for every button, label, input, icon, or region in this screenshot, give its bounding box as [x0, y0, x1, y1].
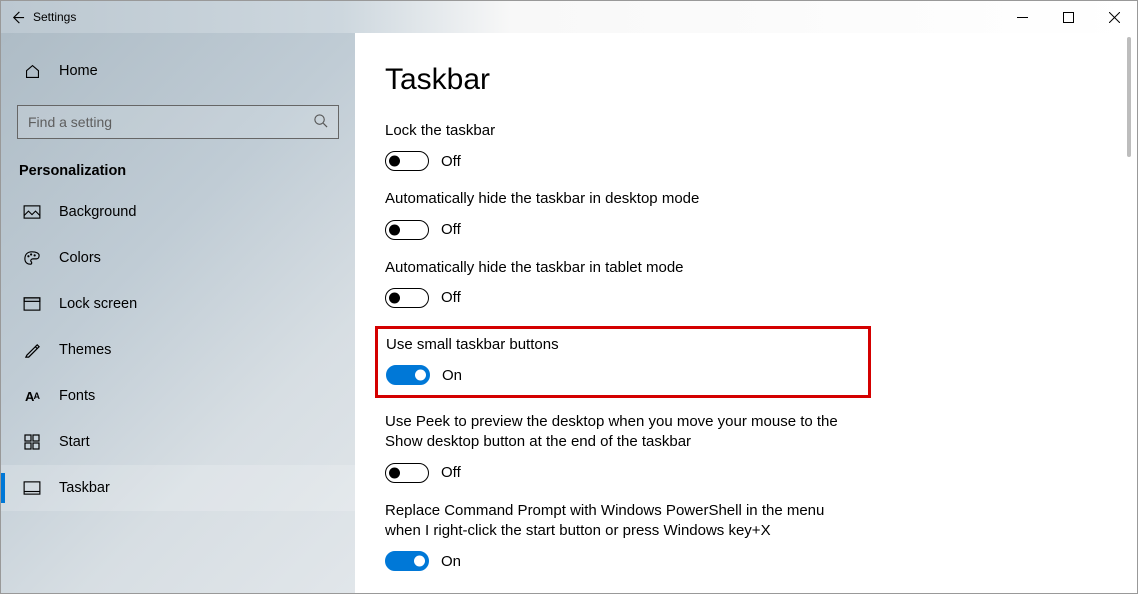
setting-peek: Use Peek to preview the desktop when you… — [385, 412, 1055, 483]
toggle-state: On — [442, 367, 462, 384]
setting-label: Use small taskbar buttons — [386, 335, 856, 355]
arrow-left-icon — [10, 10, 25, 25]
window-title: Settings — [33, 10, 76, 24]
sidebar-item-lock-screen[interactable]: Lock screen — [1, 281, 355, 327]
sidebar: Home Personalization Background Colo — [1, 33, 355, 593]
toggle-state: Off — [441, 289, 461, 306]
sidebar-item-label: Taskbar — [59, 480, 110, 496]
setting-label: Lock the taskbar — [385, 121, 855, 141]
maximize-button[interactable] — [1045, 1, 1091, 33]
toggle-autohide-tablet[interactable] — [385, 288, 429, 308]
sidebar-item-label: Lock screen — [59, 296, 137, 312]
toggle-state: Off — [441, 464, 461, 481]
themes-icon — [23, 342, 41, 359]
setting-small-buttons: Use small taskbar buttons On — [386, 335, 858, 385]
back-button[interactable] — [1, 1, 33, 33]
sidebar-item-label: Colors — [59, 250, 101, 266]
sidebar-item-themes[interactable]: Themes — [1, 327, 355, 373]
settings-window: Settings Home — [0, 0, 1138, 594]
sidebar-item-background[interactable]: Background — [1, 189, 355, 235]
taskbar-icon — [23, 481, 41, 495]
window-controls — [999, 1, 1137, 33]
sidebar-item-label: Background — [59, 204, 136, 220]
titlebar: Settings — [1, 1, 1137, 33]
toggle-state: Off — [441, 153, 461, 170]
highlight-annotation: Use small taskbar buttons On — [375, 326, 871, 398]
toggle-lock-taskbar[interactable] — [385, 151, 429, 171]
setting-autohide-tablet: Automatically hide the taskbar in tablet… — [385, 258, 1055, 308]
close-icon — [1109, 12, 1120, 23]
setting-autohide-desktop: Automatically hide the taskbar in deskto… — [385, 189, 1055, 239]
start-icon — [23, 434, 41, 450]
setting-label: Automatically hide the taskbar in deskto… — [385, 189, 855, 209]
home-icon — [23, 63, 41, 80]
body: Home Personalization Background Colo — [1, 33, 1137, 593]
sidebar-item-taskbar[interactable]: Taskbar — [1, 465, 355, 511]
minimize-button[interactable] — [999, 1, 1045, 33]
sidebar-item-fonts[interactable]: AA Fonts — [1, 373, 355, 419]
search-icon — [313, 113, 328, 131]
fonts-icon: AA — [23, 389, 41, 404]
sidebar-item-start[interactable]: Start — [1, 419, 355, 465]
minimize-icon — [1017, 12, 1028, 23]
sidebar-item-label: Fonts — [59, 388, 95, 404]
lockscreen-icon — [23, 297, 41, 311]
search-box[interactable] — [17, 105, 339, 139]
toggle-powershell[interactable] — [385, 551, 429, 571]
toggle-autohide-desktop[interactable] — [385, 220, 429, 240]
search-input[interactable] — [28, 114, 313, 130]
scrollbar-thumb[interactable] — [1127, 37, 1131, 157]
toggle-state: Off — [441, 221, 461, 238]
close-button[interactable] — [1091, 1, 1137, 33]
main-content: Taskbar Lock the taskbar Off Automatical… — [355, 33, 1137, 593]
toggle-state: On — [441, 553, 461, 570]
setting-lock-taskbar: Lock the taskbar Off — [385, 121, 1055, 171]
maximize-icon — [1063, 12, 1074, 23]
home-label: Home — [59, 63, 98, 79]
page-title: Taskbar — [385, 63, 1055, 97]
category-heading: Personalization — [1, 139, 355, 189]
sidebar-item-label: Themes — [59, 342, 111, 358]
sidebar-item-label: Start — [59, 434, 90, 450]
toggle-small-buttons[interactable] — [386, 365, 430, 385]
home-button[interactable]: Home — [1, 51, 355, 91]
setting-label: Automatically hide the taskbar in tablet… — [385, 258, 855, 278]
setting-label: Use Peek to preview the desktop when you… — [385, 412, 855, 453]
image-icon — [23, 205, 41, 219]
toggle-peek[interactable] — [385, 463, 429, 483]
palette-icon — [23, 250, 41, 266]
setting-label: Replace Command Prompt with Windows Powe… — [385, 501, 855, 542]
setting-powershell: Replace Command Prompt with Windows Powe… — [385, 501, 1055, 572]
vertical-scrollbar[interactable] — [1123, 37, 1135, 589]
sidebar-item-colors[interactable]: Colors — [1, 235, 355, 281]
